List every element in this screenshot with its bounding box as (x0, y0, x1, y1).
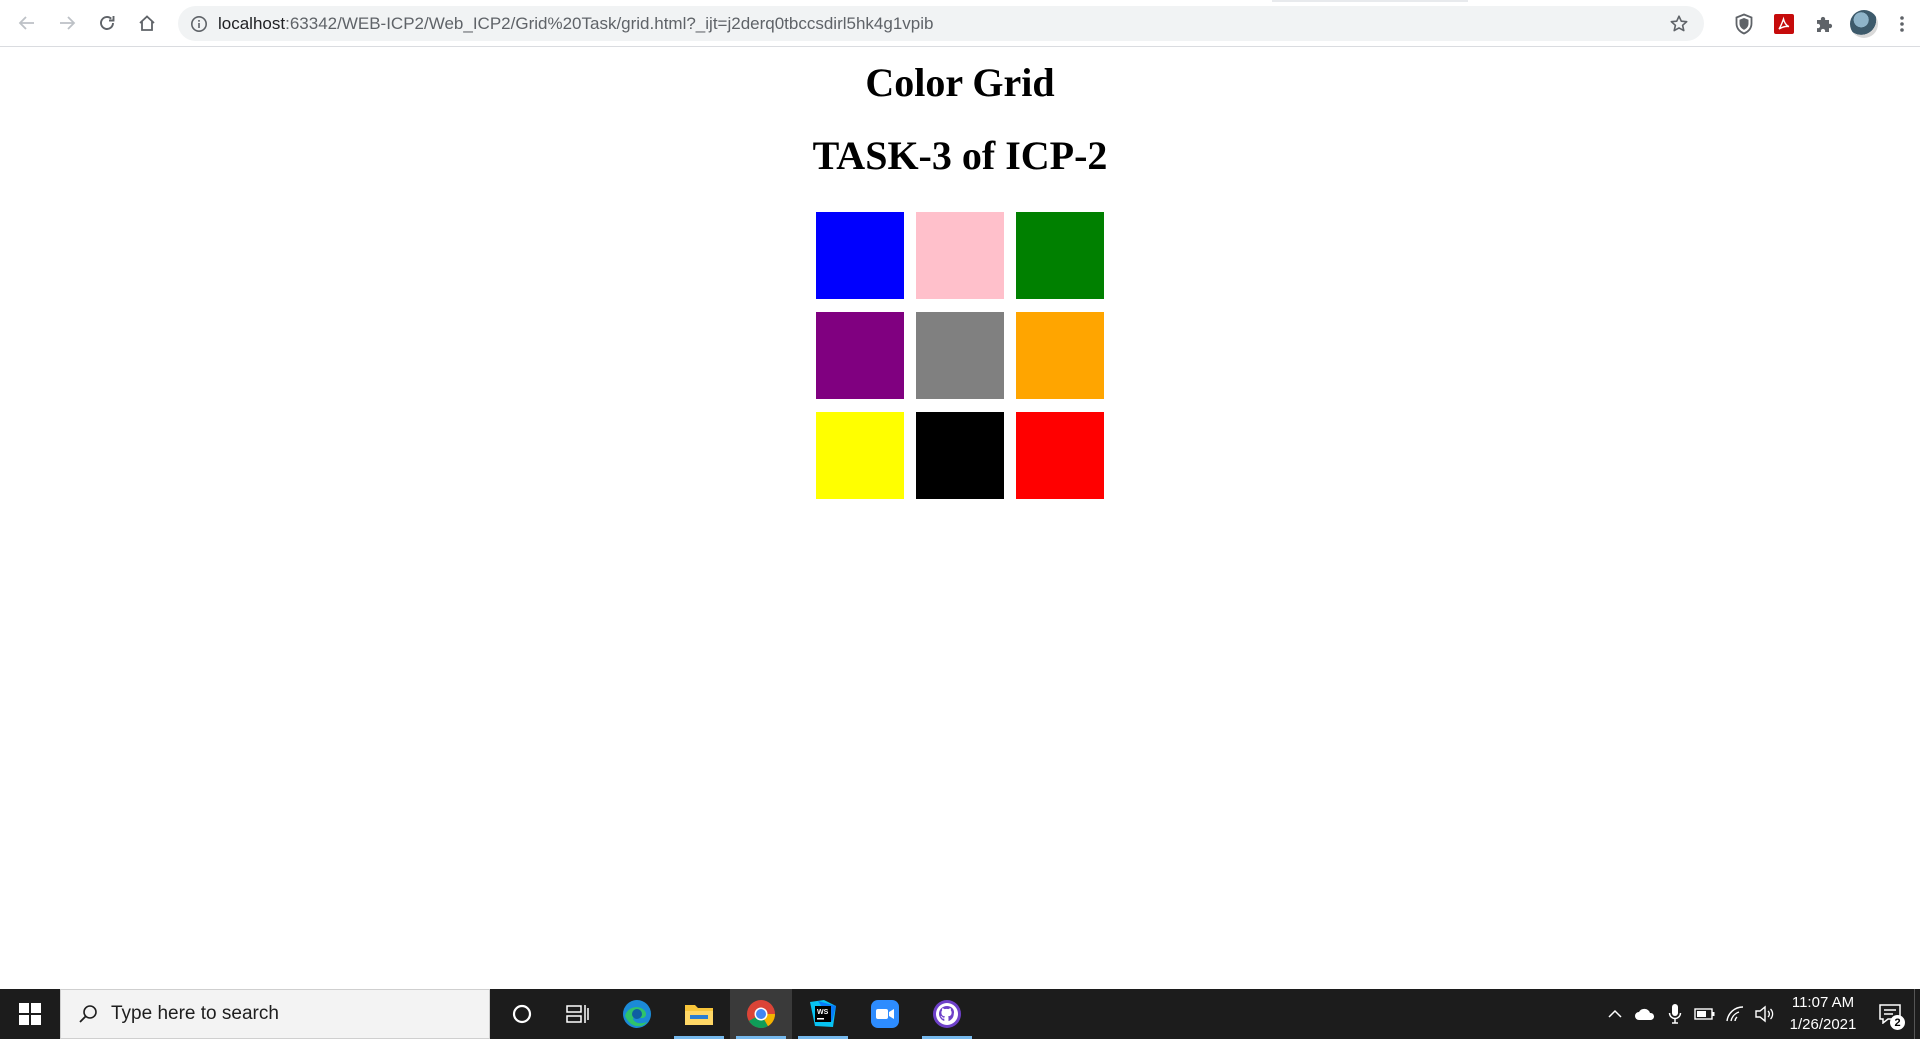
action-center-button[interactable]: 2 (1866, 989, 1914, 1039)
url-host: localhost (218, 13, 286, 33)
network-button[interactable] (1720, 989, 1750, 1039)
microphone-button[interactable] (1660, 989, 1690, 1039)
url-path: :63342/WEB-ICP2/Web_ICP2/Grid%20Task/gri… (285, 13, 934, 33)
battery-button[interactable] (1690, 989, 1720, 1039)
battery-icon (1694, 1008, 1715, 1020)
reload-button[interactable] (87, 3, 127, 43)
chevron-up-icon (1608, 1009, 1622, 1018)
onedrive-button[interactable] (1630, 989, 1660, 1039)
volume-button[interactable] (1750, 989, 1780, 1039)
task-view-button[interactable] (550, 989, 606, 1039)
svg-text:WS: WS (817, 1009, 829, 1016)
forward-icon (60, 16, 76, 30)
browser-toolbar: localhost:63342/WEB-ICP2/Web_ICP2/Grid%2… (0, 0, 1920, 47)
show-hidden-icons-button[interactable] (1600, 989, 1630, 1039)
pdf-extension-icon[interactable] (1764, 4, 1804, 44)
extensions-area (1724, 0, 1920, 47)
github-desktop-app[interactable] (916, 989, 978, 1039)
navigation-buttons (7, 3, 167, 43)
search-icon (75, 1001, 101, 1027)
show-desktop-button[interactable] (1914, 989, 1920, 1039)
grid-cell-yellow (816, 412, 904, 499)
grid-cell-orange (1016, 312, 1104, 399)
edge-icon (623, 1000, 651, 1028)
edge-app[interactable] (606, 989, 668, 1039)
clock-date: 1/26/2021 (1789, 1016, 1857, 1033)
shield-extension-icon[interactable] (1724, 4, 1764, 44)
puzzle-extensions-icon[interactable] (1804, 4, 1844, 44)
address-bar[interactable]: localhost:63342/WEB-ICP2/Web_ICP2/Grid%2… (178, 6, 1704, 41)
windows-logo-icon (19, 1003, 41, 1025)
home-icon (139, 15, 155, 31)
star-icon[interactable] (1668, 13, 1690, 35)
zoom-icon (871, 1000, 899, 1028)
grid-cell-purple (816, 312, 904, 399)
chrome-app[interactable] (730, 989, 792, 1039)
url-text[interactable]: localhost:63342/WEB-ICP2/Web_ICP2/Grid%2… (218, 14, 933, 34)
forward-button[interactable] (47, 3, 87, 43)
github-desktop-icon (933, 1000, 961, 1028)
task-view-icon (566, 1005, 589, 1023)
grid-cell-gray (916, 312, 1004, 399)
profile-button[interactable] (1844, 4, 1884, 44)
info-icon[interactable] (188, 13, 210, 35)
back-icon (18, 16, 34, 30)
taskbar-apps: WS (494, 989, 978, 1039)
tab-strip-edge (1272, 0, 1468, 2)
web-page: Color Grid TASK-3 of ICP-2 (0, 48, 1920, 989)
clock-time: 11:07 AM (1791, 994, 1855, 1011)
cortana-button[interactable] (494, 989, 550, 1039)
webstorm-app[interactable]: WS (792, 989, 854, 1039)
zoom-app[interactable] (854, 989, 916, 1039)
color-grid (816, 212, 1104, 499)
taskbar-search-box[interactable]: Type here to search (60, 989, 490, 1039)
notification-count-badge: 2 (1890, 1015, 1905, 1030)
wifi-icon (1726, 1006, 1744, 1022)
system-tray: 11:07 AM 1/26/2021 2 (1600, 989, 1920, 1039)
grid-cell-red (1016, 412, 1104, 499)
onedrive-cloud-icon (1635, 1008, 1655, 1020)
speaker-icon (1755, 1005, 1774, 1023)
page-subtitle: TASK-3 of ICP-2 (812, 133, 1108, 178)
grid-cell-green (1016, 212, 1104, 299)
page-title: Color Grid (865, 60, 1055, 105)
grid-cell-black (916, 412, 1004, 499)
windows-taskbar: Type here to search WS 11:07 AM 1/26/202… (0, 989, 1920, 1039)
cortana-icon (512, 1004, 532, 1024)
microphone-icon (1668, 1004, 1682, 1024)
profile-avatar (1850, 9, 1878, 38)
file-explorer-icon (685, 1005, 713, 1025)
back-button[interactable] (7, 3, 47, 43)
taskbar-clock[interactable]: 11:07 AM 1/26/2021 (1780, 992, 1866, 1036)
reload-icon (100, 16, 115, 30)
chrome-icon (747, 1000, 775, 1028)
home-button[interactable] (127, 3, 167, 43)
file-explorer-app[interactable] (668, 989, 730, 1039)
kebab-menu-icon[interactable] (1884, 4, 1920, 44)
grid-cell-pink (916, 212, 1004, 299)
webstorm-icon: WS (810, 1000, 836, 1027)
start-button[interactable] (0, 989, 60, 1039)
search-placeholder: Type here to search (111, 1003, 279, 1024)
grid-cell-blue (816, 212, 904, 299)
